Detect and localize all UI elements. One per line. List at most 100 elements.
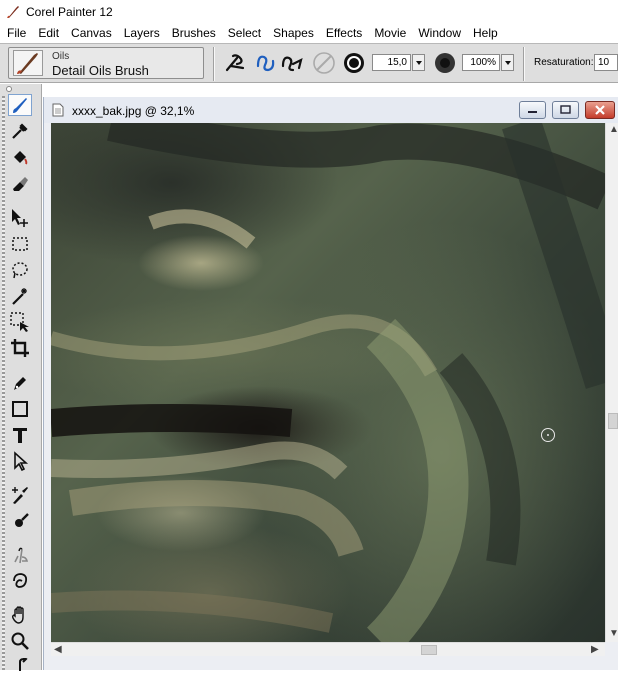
rectangular-selection-tool[interactable] — [8, 233, 32, 255]
painting-canvas[interactable] — [51, 123, 605, 642]
menu-effects[interactable]: Effects — [320, 23, 368, 43]
scroll-up-icon[interactable]: ▲ — [609, 124, 618, 136]
text-icon — [13, 428, 27, 443]
close-icon — [595, 105, 605, 115]
rubber-stamp-icon — [15, 513, 29, 527]
vertical-scrollbar[interactable]: ▲ ▼ — [605, 123, 618, 642]
crop-tool[interactable] — [8, 337, 32, 359]
minimize-button[interactable] — [519, 101, 546, 119]
horizontal-scrollbar[interactable]: ◀ ▶ — [51, 642, 605, 656]
paint-bucket-icon — [14, 151, 28, 165]
stroke-freehand-icon[interactable] — [223, 50, 249, 76]
rect-select-icon — [12, 237, 28, 251]
cloner-icon — [12, 487, 28, 504]
brush-selector[interactable]: Oils Detail Oils Brush — [8, 47, 204, 79]
toolbox-grip[interactable] — [6, 86, 12, 92]
opacity-dropdown[interactable] — [501, 54, 514, 71]
resaturation-label: Resaturation: — [534, 57, 594, 68]
lasso-icon — [12, 262, 28, 279]
menu-canvas[interactable]: Canvas — [65, 23, 118, 43]
brush-tool[interactable] — [8, 94, 32, 116]
toolbar-separator — [523, 47, 525, 81]
oil-brush-icon — [17, 53, 38, 74]
cloner-tool[interactable] — [8, 484, 32, 506]
brush-variant-label: Detail Oils Brush — [52, 63, 149, 78]
lasso-tool[interactable] — [8, 259, 32, 281]
stroke-curve-black-icon[interactable] — [279, 50, 305, 76]
rectangle-shape-tool[interactable] — [8, 398, 32, 420]
horizontal-scroll-thumb[interactable] — [421, 645, 437, 655]
scroll-right-icon[interactable]: ▶ — [591, 644, 599, 656]
transform-selection-tool[interactable] — [8, 311, 32, 333]
menu-file[interactable]: File — [0, 23, 32, 43]
stroke-disabled-icon — [313, 52, 335, 74]
brush-size-dropdown[interactable] — [412, 54, 425, 71]
burn-tool[interactable] — [8, 570, 32, 592]
brush-icon — [13, 98, 27, 113]
paint-bucket-tool[interactable] — [8, 146, 32, 168]
vertical-scroll-thumb[interactable] — [608, 413, 618, 429]
menu-brushes[interactable]: Brushes — [166, 23, 222, 43]
close-button[interactable] — [585, 101, 615, 119]
toolbar-separator — [213, 47, 215, 81]
document-title: xxxx_bak.jpg @ 32,1% — [72, 104, 195, 118]
grabber-tool[interactable] — [8, 604, 32, 626]
burn-icon — [13, 573, 28, 588]
painter-app-icon — [7, 5, 19, 18]
brush-dab-preview — [13, 50, 43, 76]
menu-bar: File Edit Canvas Layers Brushes Select S… — [0, 23, 618, 43]
app-title: Corel Painter 12 — [26, 4, 113, 19]
brush-cursor — [541, 428, 555, 442]
document-titlebar[interactable]: xxxx_bak.jpg @ 32,1% — [44, 97, 618, 123]
menu-window[interactable]: Window — [412, 23, 467, 43]
brush-size-field[interactable]: 15,0 — [372, 54, 411, 71]
menu-layers[interactable]: Layers — [118, 23, 166, 43]
eraser-tool[interactable] — [8, 172, 32, 194]
resaturation-field[interactable]: 10 — [594, 54, 618, 71]
text-tool[interactable] — [8, 424, 32, 446]
scroll-left-icon[interactable]: ◀ — [54, 644, 62, 656]
dodge-icon — [14, 547, 29, 564]
layer-adjuster-icon — [12, 209, 28, 227]
document-file-icon — [52, 103, 64, 117]
opacity-field[interactable]: 100% — [462, 54, 500, 71]
document-window: xxxx_bak.jpg @ 32,1% ▲ ▼ ◀ ▶ — [43, 97, 618, 670]
restore-button[interactable] — [552, 101, 579, 119]
toolbox-handle[interactable] — [2, 96, 5, 670]
menu-movie[interactable]: Movie — [368, 23, 412, 43]
pen-tool[interactable] — [8, 372, 32, 394]
dropper-tool[interactable] — [8, 120, 32, 142]
menu-edit[interactable]: Edit — [32, 23, 65, 43]
brush-category-label: Oils — [52, 51, 70, 62]
toolbox — [0, 84, 42, 671]
property-bar: Oils Detail Oils Brush 15,0 100% Resatur… — [0, 43, 618, 83]
grabber-hand-icon — [11, 606, 24, 624]
layer-adjuster-tool[interactable] — [8, 206, 32, 228]
magnifier-tool[interactable] — [8, 630, 32, 652]
restore-icon — [560, 105, 571, 114]
opacity-icon — [435, 53, 455, 73]
dodge-tool[interactable] — [8, 544, 32, 566]
rubber-stamp-tool[interactable] — [8, 510, 32, 532]
scroll-down-icon[interactable]: ▼ — [609, 628, 618, 640]
rotate-page-tool[interactable] — [8, 654, 32, 676]
stroke-curve-blue-icon[interactable] — [253, 50, 279, 76]
magic-wand-tool[interactable] — [8, 285, 32, 307]
menu-shapes[interactable]: Shapes — [267, 23, 320, 43]
shape-selection-icon — [14, 451, 29, 471]
app-titlebar: Corel Painter 12 — [0, 0, 618, 23]
pen-icon — [14, 377, 26, 390]
menu-help[interactable]: Help — [467, 23, 504, 43]
menu-select[interactable]: Select — [222, 23, 267, 43]
shape-selection-tool[interactable] — [8, 450, 32, 472]
painting-strokes — [51, 123, 605, 642]
rectangle-shape-icon — [12, 401, 28, 417]
magic-wand-icon — [12, 288, 27, 305]
transform-selection-icon — [10, 312, 29, 332]
crop-icon — [11, 339, 29, 357]
eraser-icon — [13, 177, 28, 191]
brush-size-icon — [344, 53, 364, 73]
magnifier-icon — [11, 632, 29, 650]
dropper-icon — [12, 123, 28, 139]
minimize-icon — [528, 111, 537, 113]
